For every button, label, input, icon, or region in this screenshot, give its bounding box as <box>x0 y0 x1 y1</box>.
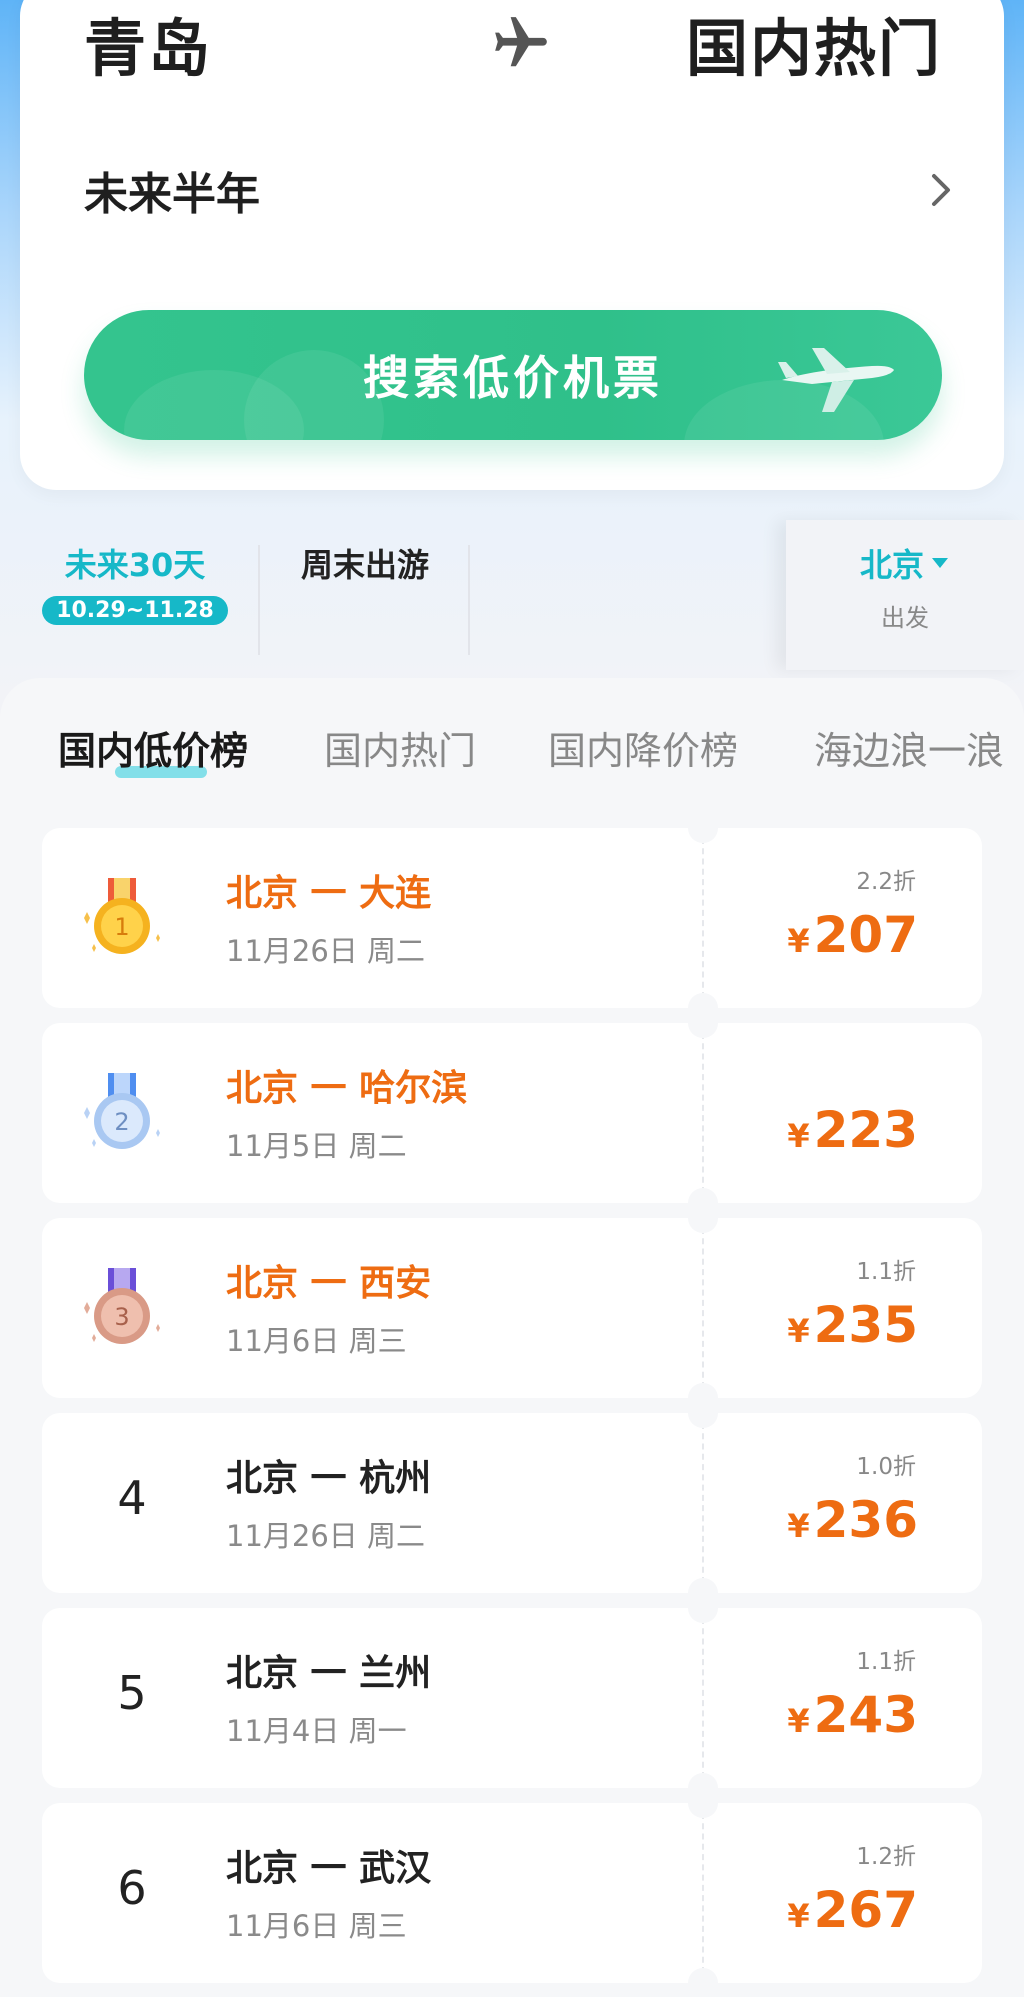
currency-symbol: ¥ <box>787 922 810 960</box>
ranking-list-panel: 国内低价榜 国内热门 国内降价榜 海边浪一浪 1 北京 一 大连 11月26日 … <box>0 678 1024 1997</box>
flight-date: 11月26日 周二 <box>226 934 426 968</box>
filter-tab-weekend-trip[interactable]: 周末出游 <box>260 540 470 586</box>
ranking-item[interactable]: 4 北京 一 杭州 11月26日 周二 1.0折 ¥ 236 <box>42 1398 982 1608</box>
gold-medal-icon: 1 <box>84 878 160 954</box>
chevron-right-icon <box>932 174 950 206</box>
discount-label: 1.0折 <box>856 1454 916 1480</box>
ticket-notch <box>688 1593 718 1623</box>
ticket-notch <box>688 1788 718 1818</box>
departure-label: 出发 <box>881 604 929 632</box>
date-selector[interactable]: 未来半年 <box>84 160 954 220</box>
currency-symbol: ¥ <box>787 1507 810 1545</box>
price-value: 223 <box>813 1101 918 1159</box>
date-range-text: 未来半年 <box>84 169 260 220</box>
price-value: 236 <box>813 1491 918 1549</box>
price-value: 235 <box>813 1296 918 1354</box>
dashed-divider <box>702 1813 704 1973</box>
price: ¥ 207 <box>787 906 918 964</box>
flight-date: 11月26日 周二 <box>226 1519 426 1553</box>
ticket-notch <box>688 1968 718 1997</box>
route-name: 北京 一 杭州 <box>226 1458 432 1499</box>
ranking-tabs: 国内低价榜 国内热门 国内降价榜 海边浪一浪 <box>0 678 1024 808</box>
departure-city: 北京 <box>860 540 950 586</box>
flight-date: 11月6日 周三 <box>226 1909 407 1943</box>
route-name: 北京 一 武汉 <box>226 1848 432 1889</box>
to-city[interactable]: 国内热门 <box>686 0 942 88</box>
route-name: 北京 一 兰州 <box>226 1653 432 1694</box>
ticket-notch <box>688 1008 718 1038</box>
route-name: 北京 一 西安 <box>226 1263 432 1304</box>
ranking-item[interactable]: 5 北京 一 兰州 11月4日 周一 1.1折 ¥ 243 <box>42 1593 982 1803</box>
dashed-divider <box>702 1618 704 1778</box>
filter-tab-label: 未来30天 <box>64 546 206 584</box>
currency-symbol: ¥ <box>787 1312 810 1350</box>
price: ¥ 267 <box>787 1881 918 1939</box>
ranking-item[interactable]: 6 北京 一 武汉 11月6日 周三 1.2折 ¥ 267 <box>42 1788 982 1997</box>
ranking-item[interactable]: 2 北京 一 哈尔滨 11月5日 周二 ¥ 223 <box>42 1008 982 1218</box>
dashed-divider <box>702 838 704 998</box>
price-value: 267 <box>813 1881 918 1939</box>
search-button-label: 搜索低价机票 <box>363 351 663 405</box>
filter-tab-label: 周末出游 <box>300 546 429 584</box>
currency-symbol: ¥ <box>787 1897 810 1935</box>
route-name: 北京 一 大连 <box>226 873 432 914</box>
ranking-item[interactable]: 1 北京 一 大连 11月26日 周二 2.2折 ¥ 207 <box>42 813 982 1023</box>
departure-city-label: 北京 <box>859 546 924 584</box>
silver-medal-icon: 2 <box>84 1073 160 1149</box>
flight-date: 11月4日 周一 <box>226 1714 407 1748</box>
discount-label: 1.1折 <box>856 1259 916 1285</box>
price: ¥ 243 <box>787 1686 918 1744</box>
rank-number: 4 <box>117 1471 147 1525</box>
discount-label: 1.1折 <box>856 1649 916 1675</box>
ticket-notch <box>688 813 718 843</box>
price-value: 207 <box>813 906 918 964</box>
rank-number: 6 <box>117 1861 147 1915</box>
search-low-price-button[interactable]: 搜索低价机票 <box>84 310 942 440</box>
plane-illustration-icon <box>778 348 894 412</box>
price: ¥ 223 <box>787 1101 918 1159</box>
currency-symbol: ¥ <box>787 1702 810 1740</box>
rank-number: 5 <box>117 1666 147 1720</box>
svg-text:2: 2 <box>114 1108 129 1136</box>
filter-tab-next-30-days[interactable]: 未来30天 10.29~11.28 <box>40 540 230 625</box>
dashed-divider <box>702 1033 704 1193</box>
route-name: 北京 一 哈尔滨 <box>226 1068 468 1109</box>
dashed-divider <box>702 1228 704 1388</box>
plane-icon <box>495 17 547 67</box>
tab-domestic-hot[interactable]: 国内热门 <box>324 720 476 775</box>
ticket-notch <box>688 1203 718 1233</box>
tab-domestic-low-price[interactable]: 国内低价榜 <box>58 720 248 775</box>
filter-date-range-badge: 10.29~11.28 <box>42 596 228 625</box>
ranking-item[interactable]: 3 北京 一 西安 11月6日 周三 1.1折 ¥ 235 <box>42 1203 982 1413</box>
divider <box>468 545 470 655</box>
price-value: 243 <box>813 1686 918 1744</box>
price: ¥ 236 <box>787 1491 918 1549</box>
discount-label: 2.2折 <box>856 869 916 895</box>
flight-date: 11月6日 周三 <box>226 1324 407 1358</box>
currency-symbol: ¥ <box>787 1117 810 1155</box>
caret-down-icon <box>932 558 948 568</box>
flight-search-card: 青岛 国内热门 未来半年 搜索低价机票 <box>20 0 1004 490</box>
flight-date: 11月5日 周二 <box>226 1129 407 1163</box>
dashed-divider <box>702 1423 704 1583</box>
tab-seaside[interactable]: 海边浪一浪 <box>814 720 1004 775</box>
filter-row: 未来30天 10.29~11.28 周末出游 北京 出发 <box>0 520 1024 670</box>
bronze-medal-icon: 3 <box>84 1268 160 1344</box>
from-city[interactable]: 青岛 <box>84 0 212 88</box>
discount-label: 1.2折 <box>856 1844 916 1870</box>
price: ¥ 235 <box>787 1296 918 1354</box>
tab-domestic-price-drop[interactable]: 国内降价榜 <box>548 720 738 775</box>
departure-city-selector[interactable]: 北京 出发 <box>786 520 1024 670</box>
ticket-notch <box>688 1398 718 1428</box>
svg-text:3: 3 <box>114 1303 129 1331</box>
svg-text:1: 1 <box>114 913 129 941</box>
